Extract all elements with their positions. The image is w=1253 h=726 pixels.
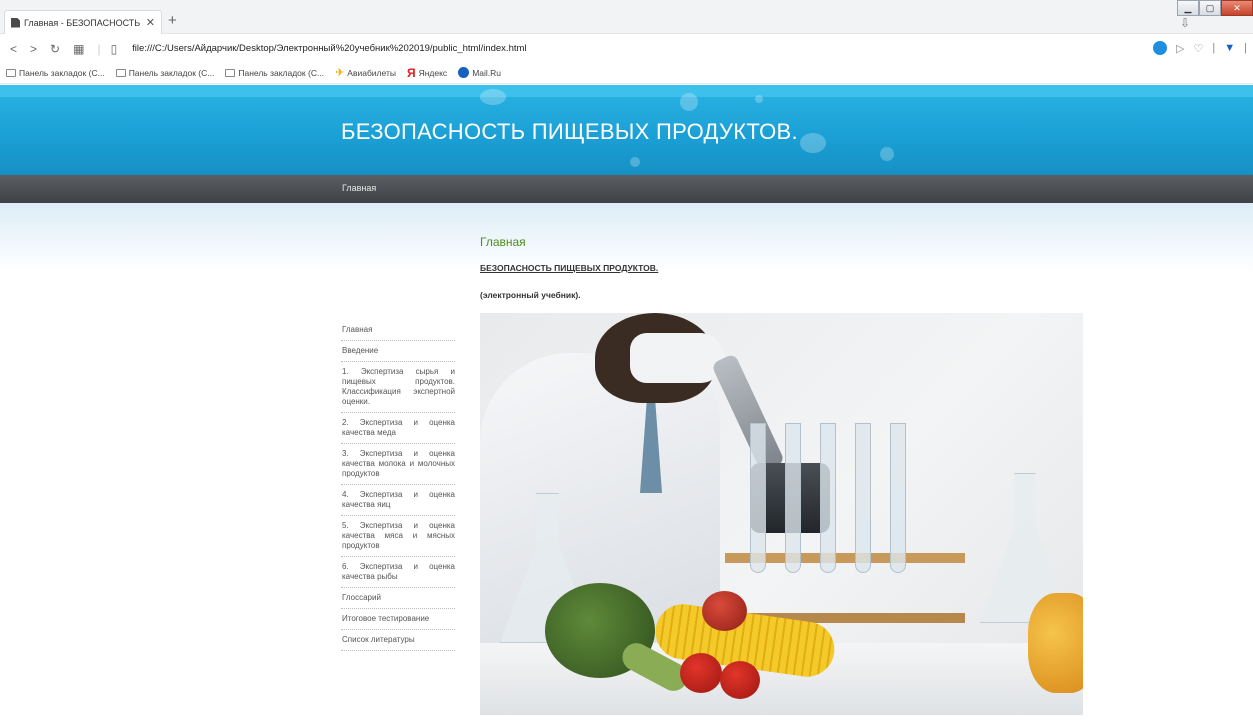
banner-top-strip — [0, 85, 1253, 97]
decor-splash — [755, 95, 763, 103]
tab-title: Главная - БЕЗОПАСНОСТЬ П — [24, 17, 143, 28]
test-tube — [750, 423, 766, 573]
minimize-icon[interactable]: ▁ — [1177, 0, 1199, 16]
page-favicon-icon — [11, 17, 20, 28]
plane-icon: ✈ — [335, 67, 345, 79]
folder-icon — [225, 68, 236, 77]
sidebar-item-chapter-2[interactable]: 2. Экспертиза и оценка качества меда — [341, 413, 455, 444]
microscope — [710, 353, 786, 473]
sidebar-item-chapter-6[interactable]: 6. Экспертиза и оценка качества рыбы — [341, 557, 455, 588]
bookmark-6[interactable]: Mail.Ru — [458, 67, 501, 78]
bookmark-3[interactable]: Панель закладок (С... — [225, 68, 324, 78]
tomato — [680, 653, 722, 693]
subtitle-link[interactable]: БЕЗОПАСНОСТЬ ПИЩЕВЫХ ПРОДУКТОВ. — [480, 263, 658, 273]
new-tab-button[interactable]: + — [168, 12, 177, 29]
heart-icon[interactable]: ♡ — [1194, 42, 1204, 55]
face-mask — [630, 333, 725, 383]
sidebar-item-chapter-5[interactable]: 5. Экспертиза и оценка качества мяса и м… — [341, 516, 455, 557]
bookmark-1[interactable]: Панель закладок (С... — [6, 68, 105, 78]
sidebar-item-home[interactable]: Главная — [341, 320, 455, 341]
site-banner: БЕЗОПАСНОСТЬ ПИЩЕВЫХ ПРОДУКТОВ. — [0, 85, 1253, 175]
decor-splash — [880, 147, 894, 161]
textbook-note: (электронный учебник). — [480, 290, 581, 300]
page-heading: Главная — [480, 235, 526, 249]
grid-icon[interactable]: ▦ — [73, 42, 84, 56]
address-bar: < > ↻ ▦ | ▯ file:///C:/Users/Айдарчик/De… — [0, 35, 1253, 62]
window-controls: ▁ ▢ ✕ — [1177, 0, 1253, 18]
decor-splash — [680, 93, 698, 111]
bookmark-2[interactable]: Панель закладок (С... — [115, 67, 215, 78]
test-tube — [820, 423, 836, 573]
test-tube — [785, 423, 801, 573]
folder-icon — [6, 68, 16, 77]
browser-menu-icon[interactable]: ⇩ — [1180, 16, 1190, 30]
sidebar-item-chapter-4[interactable]: 4. Экспертиза и оценка качества яиц — [341, 485, 455, 516]
bookmarks-bar: Панель закладок (С... Панель закладок (С… — [0, 62, 1253, 84]
sidebar-item-intro[interactable]: Введение — [341, 341, 455, 362]
bookmark-label: Панель закладок (С... — [238, 67, 325, 78]
bookmark-label: Mail.Ru — [472, 67, 501, 78]
page-content: БЕЗОПАСНОСТЬ ПИЩЕВЫХ ПРОДУКТОВ. Главная … — [0, 85, 1253, 726]
separator: | — [1212, 42, 1216, 54]
back-icon[interactable]: < — [10, 42, 17, 56]
separator: | — [97, 41, 101, 56]
decor-splash — [800, 133, 826, 153]
browser-window: Главная - БЕЗОПАСНОСТЬ П ✕ + ⇩ ▁ ▢ ✕ < >… — [0, 0, 1253, 726]
document-icon: ▯ — [110, 41, 118, 56]
extension-icon[interactable] — [1153, 41, 1168, 55]
bookmark-label: Яндекс — [418, 67, 448, 78]
sidebar-item-references[interactable]: Список литературы — [341, 630, 455, 651]
tab-bar: Главная - БЕЗОПАСНОСТЬ П ✕ + ⇩ ▁ ▢ ✕ — [0, 0, 1253, 34]
cart-icon[interactable]: ▼ — [1224, 42, 1235, 54]
url-field[interactable]: file:///C:/Users/Айдарчик/Desktop/Электр… — [132, 43, 526, 54]
play-icon[interactable]: ▷ — [1176, 42, 1184, 55]
nav-home-link[interactable]: Главная — [342, 183, 376, 193]
toolbar-right: ▷ ♡ | ▼ | — [1153, 41, 1247, 55]
decor-splash — [630, 157, 640, 167]
site-navbar: Главная — [0, 175, 1253, 203]
tomato — [720, 661, 760, 699]
window-close-icon[interactable]: ✕ — [1221, 0, 1253, 16]
sidebar-item-glossary[interactable]: Глоссарий — [341, 588, 455, 609]
bookmark-label: Авиабилеты — [347, 67, 396, 78]
yandex-icon: Я — [406, 65, 416, 80]
bookmark-label: Панель закладок (С... — [128, 67, 215, 78]
mail-icon — [458, 67, 470, 78]
reload-icon[interactable]: ↻ — [50, 42, 60, 56]
bookmark-4[interactable]: ✈ Авиабилеты — [335, 66, 396, 79]
separator: | — [1244, 42, 1247, 54]
forward-icon[interactable]: > — [30, 42, 37, 56]
pumpkin — [1028, 593, 1083, 693]
bookmark-5[interactable]: Я Яндекс — [407, 66, 447, 80]
sidebar-item-final-test[interactable]: Итоговое тестирование — [341, 609, 455, 630]
sidebar-menu: Главная Введение 1. Экспертиза сырья и п… — [341, 320, 455, 651]
test-tube — [890, 423, 906, 573]
lab-photo — [480, 313, 1083, 715]
bookmark-label: Панель закладок (С... — [19, 67, 105, 78]
tab-active[interactable]: Главная - БЕЗОПАСНОСТЬ П ✕ — [4, 10, 162, 34]
maximize-icon[interactable]: ▢ — [1199, 0, 1221, 16]
tab-close-icon[interactable]: ✕ — [146, 16, 155, 29]
sidebar-item-chapter-3[interactable]: 3. Экспертиза и оценка качества молока и… — [341, 444, 455, 485]
folder-icon — [115, 68, 126, 77]
sidebar-item-chapter-1[interactable]: 1. Экспертиза сырья и пищевых продуктов.… — [341, 362, 455, 413]
decor-splash — [480, 89, 506, 105]
site-title: БЕЗОПАСНОСТЬ ПИЩЕВЫХ ПРОДУКТОВ. — [341, 119, 798, 144]
apple — [702, 591, 747, 631]
test-tube — [855, 423, 871, 573]
